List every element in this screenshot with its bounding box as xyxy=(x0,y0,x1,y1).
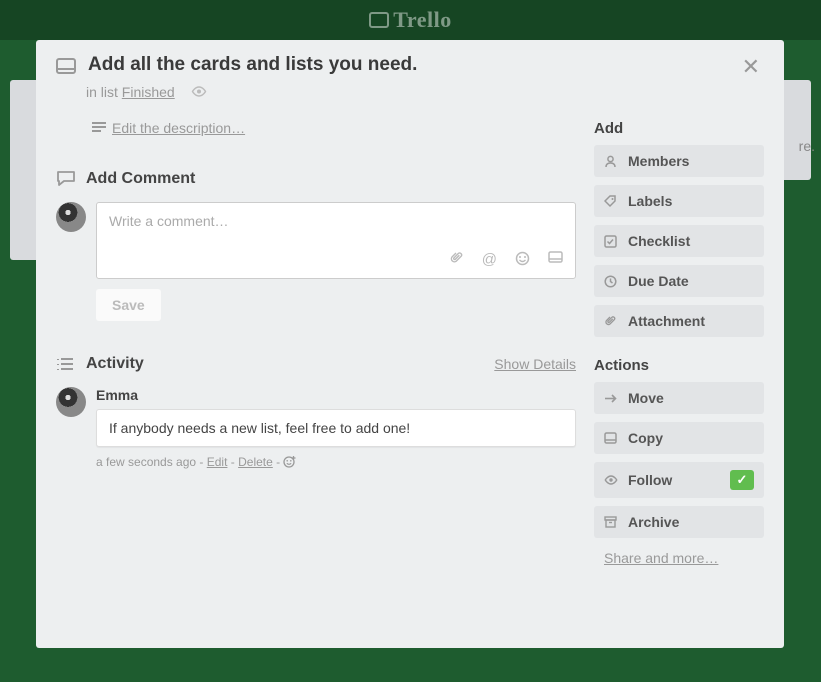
checklist-button[interactable]: Checklist xyxy=(594,225,764,257)
due-date-label: Due Date xyxy=(628,273,689,289)
move-button[interactable]: Move xyxy=(594,382,764,414)
archive-button[interactable]: Archive xyxy=(594,506,764,538)
activity-item: Emma If anybody needs a new list, feel f… xyxy=(56,387,576,469)
checklist-label: Checklist xyxy=(628,233,690,249)
emoji-icon[interactable] xyxy=(515,251,530,268)
eye-icon xyxy=(604,475,618,485)
arrow-right-icon xyxy=(604,393,618,404)
copy-icon xyxy=(604,432,618,444)
board-icon xyxy=(369,12,389,28)
background-text: re. xyxy=(799,138,815,154)
activity-delete-link[interactable]: Delete xyxy=(238,455,273,469)
comment-icon xyxy=(56,170,76,188)
due-date-button[interactable]: Due Date xyxy=(594,265,764,297)
edit-description-label: Edit the description… xyxy=(112,120,245,136)
brand-text: Trello xyxy=(393,7,451,33)
attachment-label: Attachment xyxy=(628,313,705,329)
share-more-link[interactable]: Share and more… xyxy=(604,550,764,566)
card-main-column: Edit the description… Add Comment xyxy=(56,120,576,628)
mention-icon[interactable]: @ xyxy=(482,251,497,268)
follow-button[interactable]: Follow ✓ xyxy=(594,462,764,498)
activity-comment-bubble: If anybody needs a new list, feel free t… xyxy=(96,409,576,447)
current-user-avatar[interactable] xyxy=(56,202,86,232)
close-icon[interactable]: ✕ xyxy=(738,54,764,80)
comment-textarea[interactable] xyxy=(109,213,563,245)
labels-label: Labels xyxy=(628,193,672,209)
comment-input-box[interactable]: @ xyxy=(96,202,576,279)
clock-icon xyxy=(604,275,618,288)
add-section-heading: Add xyxy=(594,120,764,137)
attachment-button[interactable]: Attachment xyxy=(594,305,764,337)
labels-button[interactable]: Labels xyxy=(594,185,764,217)
activity-emoji-icon[interactable] xyxy=(283,455,296,469)
activity-avatar[interactable] xyxy=(56,387,86,417)
watch-icon[interactable] xyxy=(191,84,207,100)
app-topbar: Trello xyxy=(0,0,821,40)
card-title[interactable]: Add all the cards and lists you need. xyxy=(88,54,417,76)
add-comment-heading: Add Comment xyxy=(86,170,195,188)
show-details-link[interactable]: Show Details xyxy=(494,356,576,372)
trello-logo[interactable]: Trello xyxy=(369,7,451,33)
archive-icon xyxy=(604,516,618,528)
paperclip-icon xyxy=(604,315,618,328)
checklist-icon xyxy=(604,235,618,248)
activity-heading: Activity xyxy=(86,355,144,373)
card-list-location: in list Finished xyxy=(86,84,764,100)
card-ref-icon[interactable] xyxy=(548,251,563,268)
save-comment-button[interactable]: Save xyxy=(96,289,161,321)
activity-author[interactable]: Emma xyxy=(96,387,576,403)
members-icon xyxy=(604,155,618,168)
activity-time: a few seconds ago xyxy=(96,455,196,469)
members-button[interactable]: Members xyxy=(594,145,764,177)
copy-button[interactable]: Copy xyxy=(594,422,764,454)
list-link[interactable]: Finished xyxy=(122,84,175,100)
members-label: Members xyxy=(628,153,689,169)
activity-meta: a few seconds ago - Edit - Delete - xyxy=(96,455,576,469)
card-icon xyxy=(56,58,76,74)
description-icon xyxy=(92,122,106,134)
following-check-icon: ✓ xyxy=(730,470,754,490)
labels-icon xyxy=(604,195,618,208)
activity-icon xyxy=(56,357,76,371)
card-sidebar: Add Members Labels Checklist xyxy=(594,120,764,628)
copy-label: Copy xyxy=(628,430,663,446)
archive-label: Archive xyxy=(628,514,679,530)
activity-edit-link[interactable]: Edit xyxy=(207,455,228,469)
card-detail-modal: Add all the cards and lists you need. ✕ … xyxy=(36,40,784,648)
actions-section-heading: Actions xyxy=(594,357,764,374)
edit-description-link[interactable]: Edit the description… xyxy=(92,120,576,136)
attachment-icon[interactable] xyxy=(449,251,464,268)
follow-label: Follow xyxy=(628,472,672,488)
move-label: Move xyxy=(628,390,664,406)
